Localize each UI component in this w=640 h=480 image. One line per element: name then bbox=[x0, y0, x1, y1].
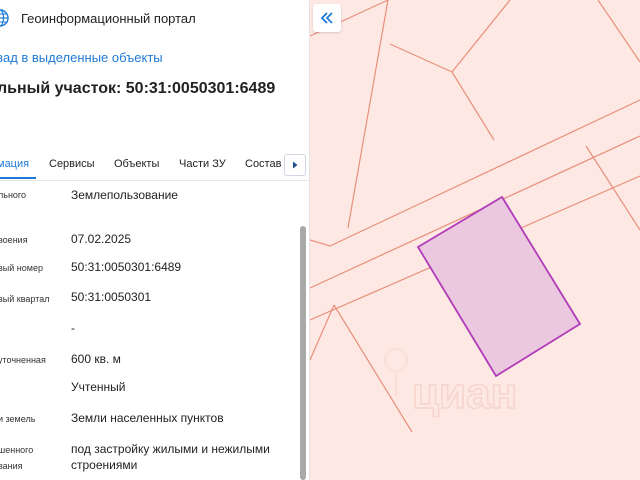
attr-label-date: воения bbox=[0, 235, 28, 245]
map-view[interactable]: циан bbox=[310, 0, 640, 480]
tab-parts[interactable]: Части ЗУ bbox=[179, 158, 226, 170]
portal-header: Геоинформационный портал bbox=[0, 6, 196, 30]
chevron-right-icon bbox=[293, 161, 298, 169]
tab-scroll-right-button[interactable] bbox=[284, 154, 306, 176]
attr-value-cadastral-number: 50:31:0050301:6489 bbox=[71, 260, 182, 274]
info-panel: Геоинформационный портал зад в выделенны… bbox=[0, 0, 309, 480]
attr-label-area: уточненная bbox=[0, 355, 46, 365]
collapse-panel-button[interactable] bbox=[313, 4, 341, 32]
globe-icon bbox=[0, 9, 9, 27]
attr-value-empty: - bbox=[71, 321, 75, 335]
attr-value-permitted-use-2: строениями bbox=[71, 458, 138, 472]
attr-label-land-category: и земель bbox=[0, 414, 36, 424]
active-tab-indicator bbox=[0, 177, 36, 179]
watermark-text: циан bbox=[412, 369, 517, 418]
attr-value-status: Учтенный bbox=[71, 380, 126, 394]
page-title: льный участок: 50:31:0050301:6489 bbox=[0, 80, 276, 97]
attr-value-permitted-use: под застройку жилыми и нежилыми bbox=[71, 442, 270, 456]
attr-value-type: Землепользование bbox=[71, 188, 178, 202]
attr-value-cadastral-quarter: 50:31:0050301 bbox=[71, 290, 152, 304]
cadastral-map: циан bbox=[310, 0, 640, 433]
attr-value-date: 07.02.2025 bbox=[71, 232, 132, 246]
tab-bar: мация Сервисы Объекты Части ЗУ Состав bbox=[0, 150, 309, 181]
attr-label-cadastral-quarter: вый квартал bbox=[0, 294, 50, 304]
attr-value-area: 600 кв. м bbox=[71, 352, 121, 366]
attr-label-permitted-use-2: вания bbox=[0, 461, 23, 471]
tab-composition[interactable]: Состав bbox=[245, 158, 281, 170]
back-to-selected-link[interactable]: зад в выделенные объекты bbox=[0, 50, 163, 65]
scrollbar-thumb[interactable] bbox=[300, 226, 306, 480]
tab-objects[interactable]: Объекты bbox=[114, 158, 159, 170]
double-chevron-left-icon bbox=[320, 12, 333, 24]
portal-title: Геоинформационный портал bbox=[21, 10, 196, 26]
attr-label-type: льного bbox=[0, 190, 27, 200]
attr-value-land-category: Земли населенных пунктов bbox=[71, 411, 224, 425]
selected-parcel[interactable] bbox=[416, 195, 582, 378]
tab-information[interactable]: мация bbox=[0, 158, 29, 170]
attr-label-cadastral-number: вый номер bbox=[0, 263, 43, 273]
attr-label-permitted-use: шенного bbox=[0, 445, 34, 455]
watermark-logo bbox=[384, 348, 408, 396]
tab-services[interactable]: Сервисы bbox=[49, 158, 95, 170]
